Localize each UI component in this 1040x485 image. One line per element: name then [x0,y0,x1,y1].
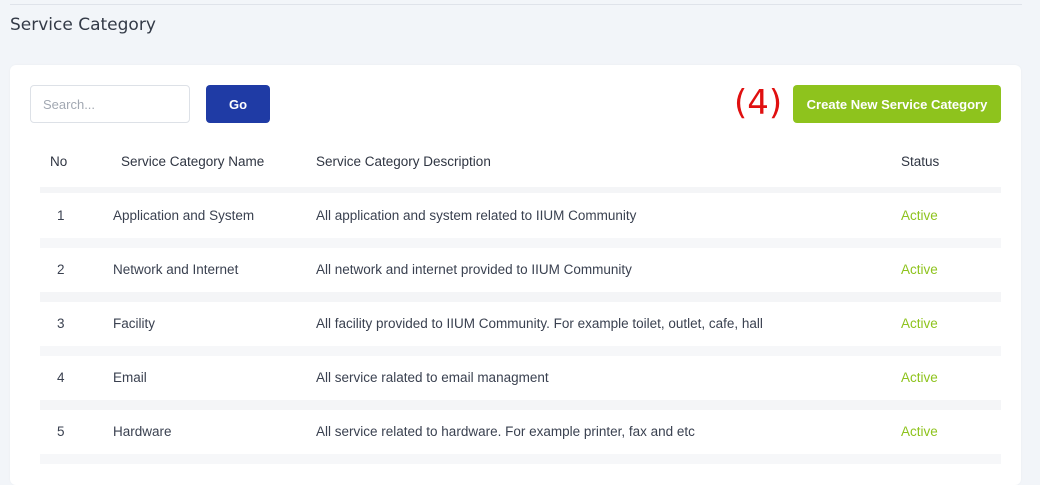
cell-no: 2 [57,262,65,277]
cell-description: All service ralated to email managment [316,370,549,385]
cell-description: All network and internet provided to IIU… [316,262,632,277]
table-row[interactable]: 1 Application and System All application… [40,189,1001,248]
search-input[interactable] [30,85,190,123]
service-category-card: Go (4) Create New Service Category No Se… [10,65,1021,485]
cell-name: Email [113,370,147,385]
status-badge: Active [901,316,938,331]
cell-no: 4 [57,370,65,385]
header-name: Service Category Name [121,154,265,169]
status-badge: Active [901,370,938,385]
cell-name: Application and System [113,208,255,223]
status-badge: Active [901,424,938,439]
cell-no: 1 [57,208,65,223]
table-header-row: No Service Category Name Service Categor… [40,135,1001,193]
cell-name: Hardware [113,424,172,439]
top-divider [10,4,1022,5]
cell-no: 3 [57,316,65,331]
cell-no: 5 [57,424,65,439]
cell-description: All service related to hardware. For exa… [316,424,695,439]
page-title: Service Category [10,15,156,35]
annotation-label: (4) [734,83,783,123]
cell-name: Network and Internet [113,262,239,277]
table-row[interactable]: 5 Hardware All service related to hardwa… [40,405,1001,464]
header-status: Status [901,154,940,169]
status-badge: Active [901,208,938,223]
header-no: No [50,154,68,169]
table-row[interactable]: 4 Email All service ralated to email man… [40,351,1001,410]
service-category-table: No Service Category Name Service Categor… [40,135,1001,464]
header-description: Service Category Description [316,154,491,169]
create-new-service-category-button[interactable]: Create New Service Category [793,85,1001,123]
cell-description: All application and system related to II… [316,208,637,223]
row-separator [40,454,1001,464]
cell-description: All facility provided to IIUM Community.… [316,316,763,331]
cell-name: Facility [113,316,156,331]
table-row[interactable]: 2 Network and Internet All network and i… [40,243,1001,302]
status-badge: Active [901,262,938,277]
table-row[interactable]: 3 Facility All facility provided to IIUM… [40,297,1001,356]
go-button[interactable]: Go [206,85,270,123]
